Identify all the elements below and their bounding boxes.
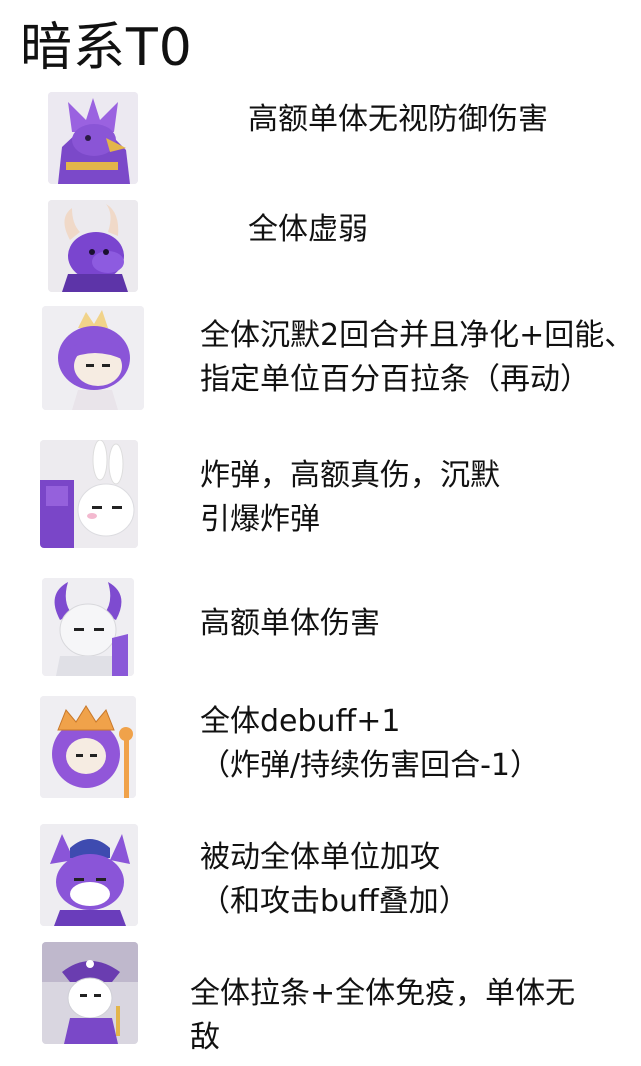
purple-haired-crowned-prince-portrait [42,306,144,410]
page-title: 暗系T0 [20,18,193,78]
description-line: 高额单体伤害 [200,606,380,641]
hero-description: 高额单体伤害 [200,602,380,646]
white-haired-pirate-captain-portrait [42,942,138,1044]
hero-description: 炸弹，高额真伤，沉默 引爆炸弹 [200,454,500,542]
hero-description: 全体debuff+1 （炸弹/持续伤害回合-1） [200,700,540,788]
purple-fox-soldier-portrait [40,824,138,926]
purple-horned-dragon-portrait [48,200,138,292]
hero-description: 全体沉默2回合并且净化+回能、 指定单位百分百拉条（再动） [200,314,634,402]
description-line: 全体沉默2回合并且净化+回能、 [200,318,635,353]
hero-row: 炸弹，高额真伤，沉默 引爆炸弹 [0,440,641,550]
hero-description: 全体拉条+全体免疫，单体无 敌 [190,972,575,1060]
white-bunny-eared-character-portrait [40,440,138,548]
hero-row: 全体虚弱 [0,200,641,296]
description-line: 炸弹，高额真伤，沉默 [200,458,500,493]
hero-row: 全体沉默2回合并且净化+回能、 指定单位百分百拉条（再动） [0,306,641,410]
description-line: 敌 [190,1020,220,1055]
description-line: 引爆炸弹 [200,502,320,537]
description-line: 全体虚弱 [248,212,368,247]
hero-row: 全体debuff+1 （炸弹/持续伤害回合-1） [0,696,641,800]
hero-row: 全体拉条+全体免疫，单体无 敌 [0,942,641,1055]
description-line: 被动全体单位加攻 [200,840,440,875]
description-line: 全体拉条+全体免疫，单体无 [190,976,576,1011]
description-line: （炸弹/持续伤害回合-1） [200,748,541,783]
hero-row: 高额单体伤害 [0,578,641,678]
description-line: 指定单位百分百拉条（再动） [200,362,590,397]
orange-crowned-purple-queen-portrait [40,696,136,798]
purple-dragon-knight-portrait [48,92,138,184]
hero-description: 被动全体单位加攻 （和攻击buff叠加） [200,836,469,924]
white-horned-knight-portrait [42,578,134,676]
description-line: 全体debuff+1 [200,704,401,739]
description-line: 高额单体无视防御伤害 [248,102,548,137]
hero-row: 被动全体单位加攻 （和攻击buff叠加） [0,824,641,928]
hero-row: 高额单体无视防御伤害 [0,92,641,188]
description-line: （和攻击buff叠加） [200,884,469,919]
hero-description: 高额单体无视防御伤害 [248,98,548,142]
hero-description: 全体虚弱 [248,208,368,252]
